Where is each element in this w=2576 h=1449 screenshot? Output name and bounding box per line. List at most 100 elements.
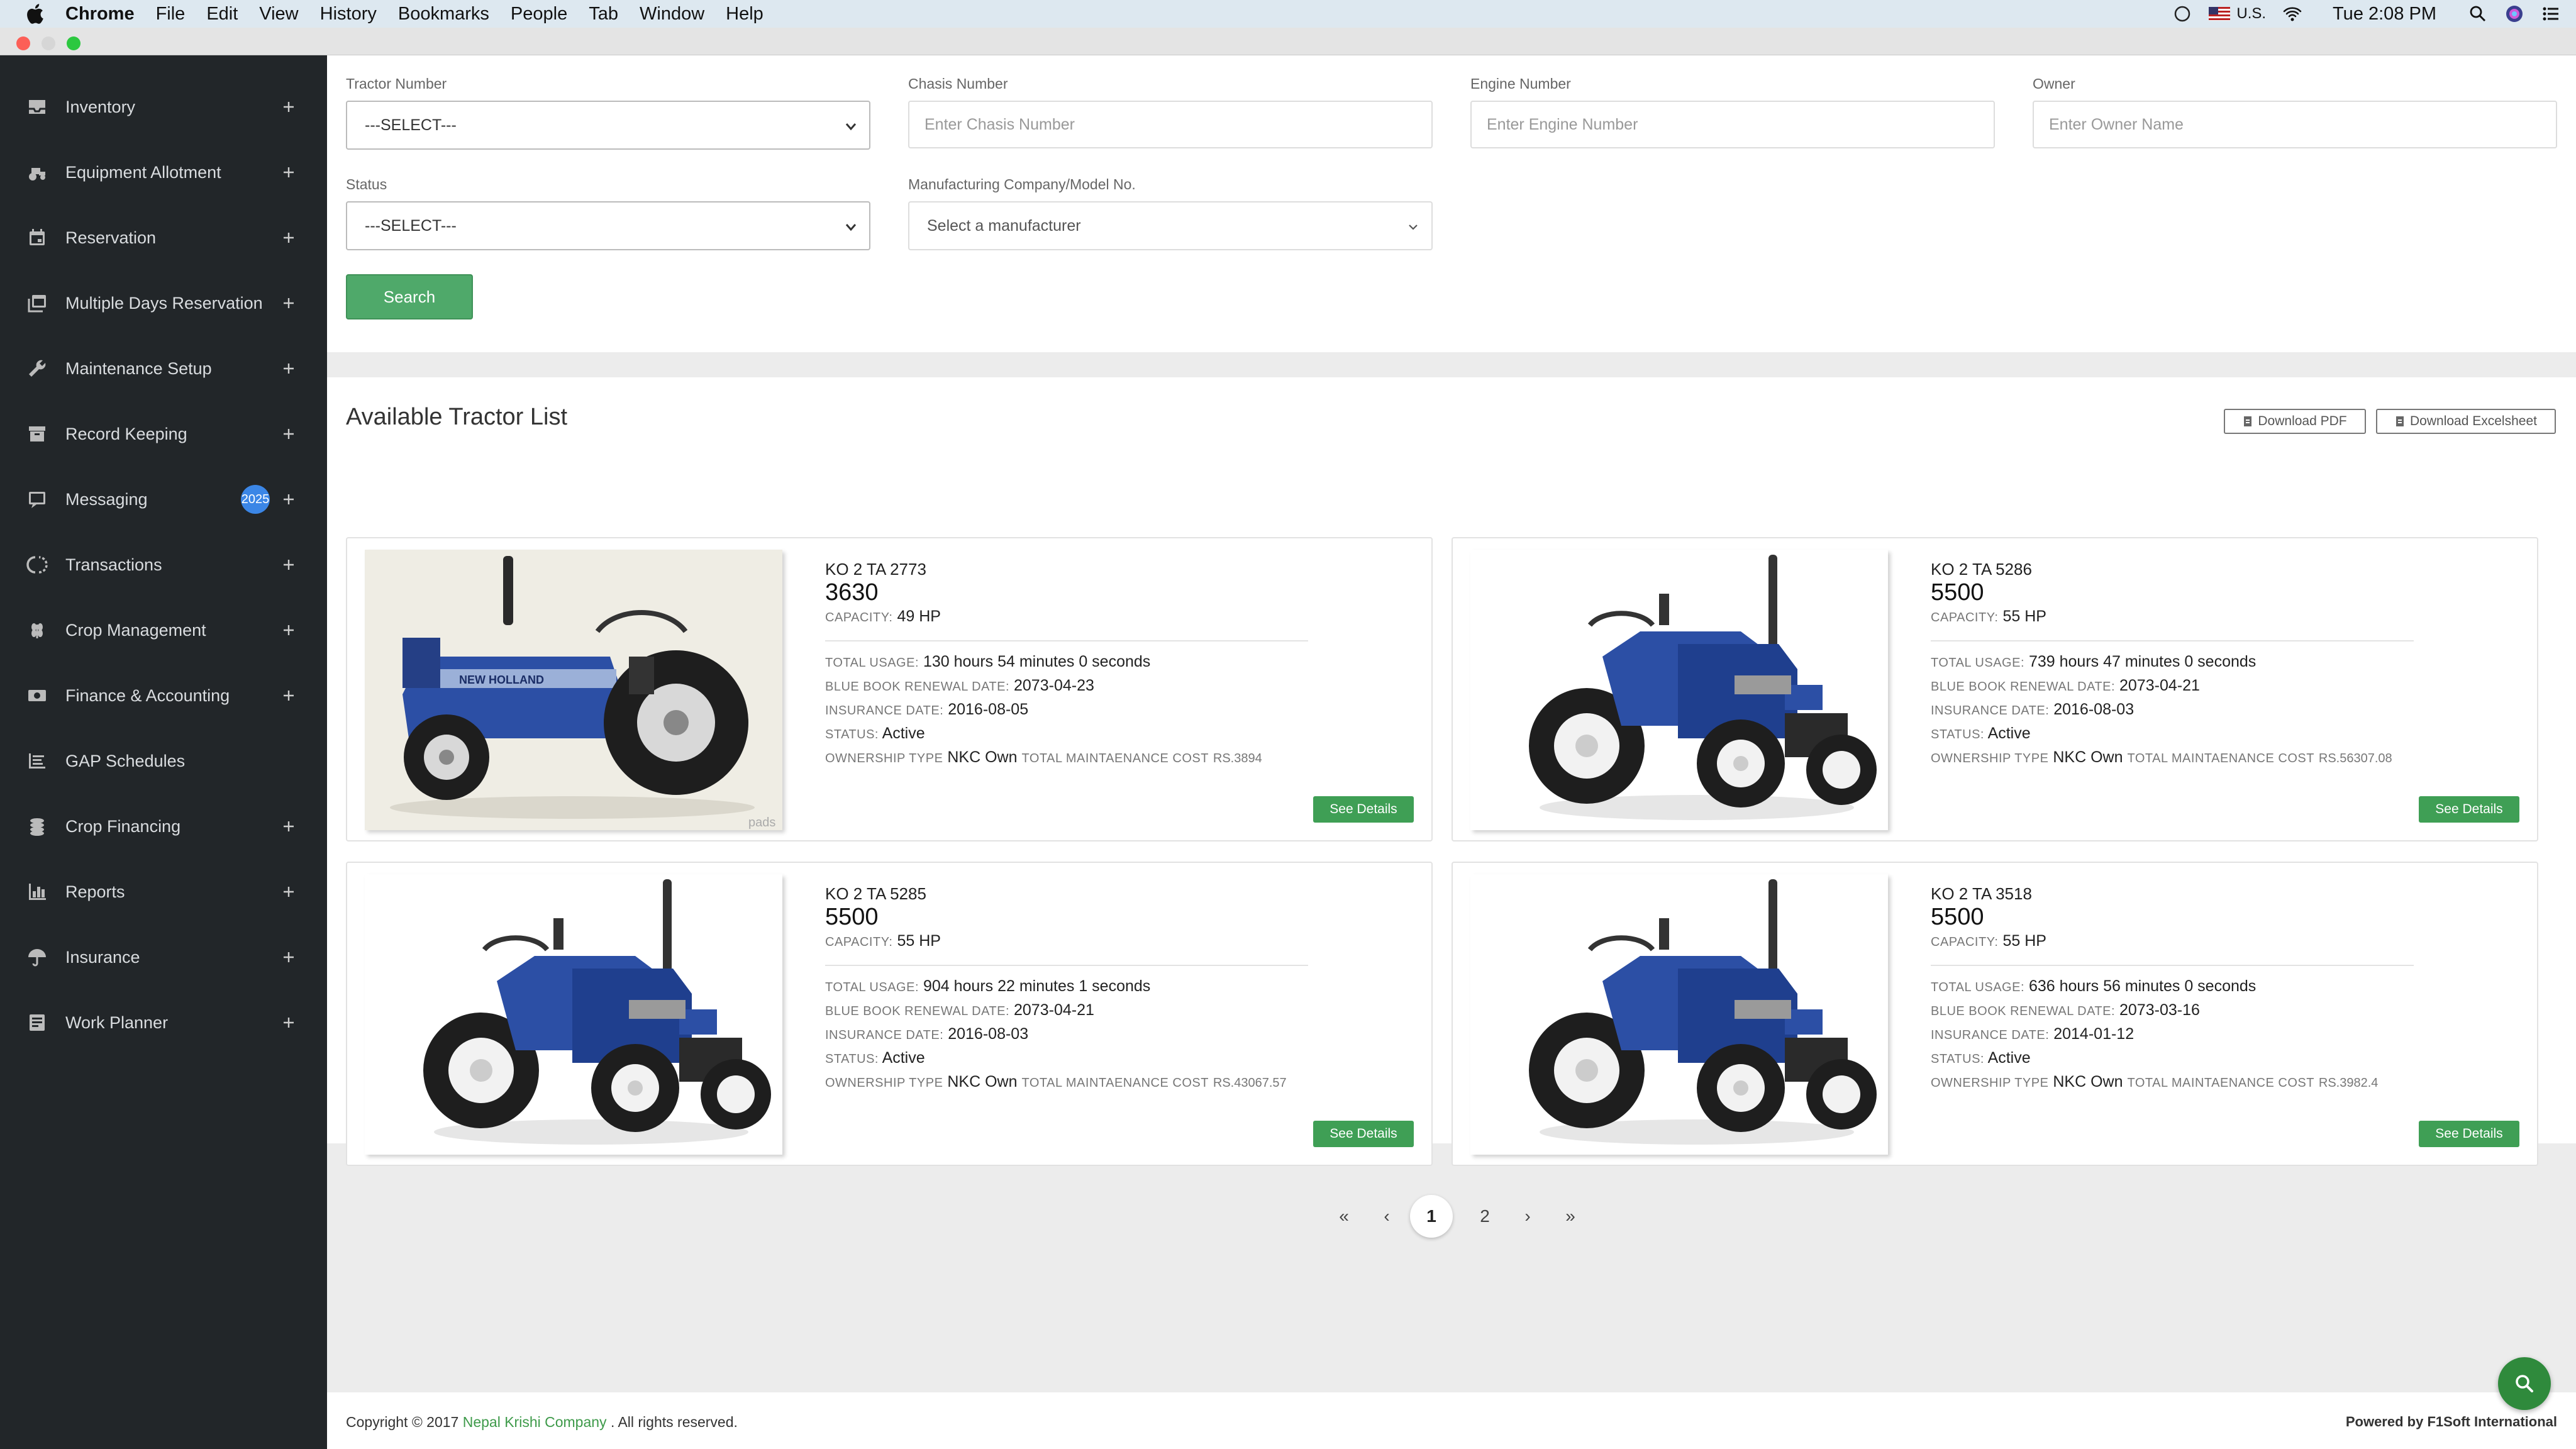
close-window-button[interactable] (16, 36, 30, 50)
minimize-window-button[interactable] (42, 36, 55, 50)
sidebar-item-equipment-allotment[interactable]: Equipment Allotment (0, 141, 327, 204)
archive-icon (26, 423, 48, 445)
sidebar-item-crop-management[interactable]: Crop Management (0, 599, 327, 662)
menu-file[interactable]: File (156, 4, 186, 25)
expand-plus-icon[interactable] (280, 295, 297, 311)
input-source-label[interactable]: U.S. (2236, 5, 2266, 23)
expand-plus-icon[interactable] (280, 884, 297, 900)
menubar-clock[interactable]: Tue 2:08 PM (2333, 4, 2436, 25)
ownership-value: NKC Own (947, 748, 1018, 766)
apple-menu-icon[interactable] (25, 3, 44, 25)
money-icon (26, 685, 48, 706)
insurance-label: INSURANCE DATE: (825, 1028, 944, 1042)
tractor-reg-number: KO 2 TA 3518 (1931, 884, 2032, 903)
usage-row: TOTAL USAGE: 904 hours 22 minutes 1 seco… (825, 975, 1303, 999)
pagination-next[interactable]: › (1512, 1195, 1543, 1238)
see-details-button[interactable]: See Details (1313, 796, 1414, 823)
search-fab-button[interactable] (2498, 1357, 2551, 1410)
capacity-row: CAPACITY: 55 HP (1931, 930, 2409, 953)
expand-plus-icon[interactable] (280, 360, 297, 377)
menu-window[interactable]: Window (640, 4, 704, 25)
divider (825, 965, 1308, 966)
tractor-info: KO 2 TA 5285 5500 CAPACITY: 55 HP TOTAL … (825, 883, 1308, 1094)
pagination-prev[interactable]: ‹ (1371, 1195, 1402, 1238)
tractor-photo (365, 874, 782, 1155)
company-link[interactable]: Nepal Krishi Company (463, 1414, 607, 1430)
expand-plus-icon[interactable] (280, 491, 297, 508)
sidebar-item-transactions[interactable]: Transactions (0, 533, 327, 596)
ownership-row: OWNERSHIP TYPE NKC Own TOTAL MAINTAENANC… (1931, 1070, 2409, 1094)
tractor-photo (1470, 874, 1888, 1155)
menu-view[interactable]: View (259, 4, 298, 25)
sidebar-item-multiple-days-reservation[interactable]: Multiple Days Reservation (0, 272, 327, 335)
exchange-icon (26, 554, 48, 575)
umbrella-icon (26, 947, 48, 968)
expand-plus-icon[interactable] (280, 818, 297, 835)
sidebar-item-label: Transactions (65, 555, 162, 574)
bluebook-label: BLUE BOOK RENEWAL DATE: (1931, 1004, 2116, 1018)
see-details-button[interactable]: See Details (1313, 1121, 1414, 1147)
menu-bookmarks[interactable]: Bookmarks (398, 4, 489, 25)
list-title: Available Tractor List (346, 404, 568, 430)
see-details-button[interactable]: See Details (2419, 796, 2519, 823)
coins-icon (26, 816, 48, 837)
sidebar-item-maintenance-setup[interactable]: Maintenance Setup (0, 337, 327, 400)
maintenance-value: RS.3982.4 (2318, 1076, 2379, 1090)
status-select[interactable]: ---SELECT--- (346, 201, 870, 250)
tractor-number-select[interactable]: ---SELECT--- (346, 101, 870, 150)
cloud-status-icon[interactable] (2172, 4, 2192, 24)
download-excel-button[interactable]: Download Excelsheet (2376, 409, 2556, 434)
expand-plus-icon[interactable] (280, 622, 297, 638)
sidebar-item-finance-accounting[interactable]: Finance & Accounting (0, 664, 327, 727)
expand-plus-icon[interactable] (280, 557, 297, 573)
expand-plus-icon[interactable] (280, 687, 297, 704)
pagination-page-1[interactable]: 1 (1410, 1195, 1453, 1238)
expand-plus-icon[interactable] (280, 164, 297, 180)
sidebar-item-inventory[interactable]: Inventory (0, 75, 327, 138)
expand-plus-icon[interactable] (280, 230, 297, 246)
download-pdf-button[interactable]: Download PDF (2224, 409, 2366, 434)
pagination-last[interactable]: » (1555, 1195, 1586, 1238)
owner-input[interactable]: Enter Owner Name (2033, 101, 2557, 148)
chasis-number-input[interactable]: Enter Chasis Number (908, 101, 1433, 148)
sidebar-item-record-keeping[interactable]: Record Keeping (0, 402, 327, 465)
sidebar-item-work-planner[interactable]: Work Planner (0, 991, 327, 1054)
sidebar-item-reports[interactable]: Reports (0, 860, 327, 923)
expand-plus-icon[interactable] (280, 426, 297, 442)
tractor-card: KO 2 TA 5286 5500 CAPACITY: 55 HP TOTAL … (1452, 537, 2538, 841)
siri-icon[interactable] (2504, 4, 2524, 24)
us-flag-icon[interactable] (2209, 7, 2231, 21)
tractor-reg-number: KO 2 TA 5286 (1931, 560, 2032, 579)
crop-icon (26, 619, 48, 641)
manufacturer-select[interactable]: Select a manufacturer (908, 201, 1433, 250)
ownership-row: OWNERSHIP TYPE NKC Own TOTAL MAINTAENANC… (825, 1070, 1303, 1094)
page-footer: Copyright © 2017 Nepal Krishi Company . … (327, 1392, 2576, 1449)
menu-chrome[interactable]: Chrome (65, 4, 135, 25)
expand-plus-icon[interactable] (280, 949, 297, 965)
menu-history[interactable]: History (320, 4, 377, 25)
sidebar-item-messaging[interactable]: Messaging 2025 (0, 468, 327, 531)
notification-center-icon[interactable] (2541, 4, 2561, 24)
spotlight-search-icon[interactable] (2468, 4, 2488, 24)
maximize-window-button[interactable] (67, 36, 80, 50)
pagination-first[interactable]: « (1328, 1195, 1360, 1238)
sidebar-item-reservation[interactable]: Reservation (0, 206, 327, 269)
sidebar-item-gap-schedules[interactable]: GAP Schedules (0, 730, 327, 792)
menu-help[interactable]: Help (726, 4, 763, 25)
engine-number-input[interactable]: Enter Engine Number (1470, 101, 1995, 148)
menu-people[interactable]: People (511, 4, 567, 25)
status-value: ---SELECT--- (365, 216, 457, 235)
chasis-number-placeholder: Enter Chasis Number (924, 115, 1075, 133)
pagination-page-2[interactable]: 2 (1469, 1195, 1501, 1238)
wifi-icon[interactable] (2282, 4, 2302, 24)
search-button[interactable]: Search (346, 274, 473, 319)
sidebar-item-insurance[interactable]: Insurance (0, 926, 327, 989)
expand-plus-icon[interactable] (280, 99, 297, 115)
expand-plus-icon[interactable] (280, 1014, 297, 1031)
sidebar-item-crop-financing[interactable]: Crop Financing (0, 795, 327, 858)
menu-edit[interactable]: Edit (206, 4, 238, 25)
menu-tab[interactable]: Tab (589, 4, 618, 25)
tractor-icon (26, 162, 48, 183)
see-details-button[interactable]: See Details (2419, 1121, 2519, 1147)
sidebar-nav: Inventory Equipment Allotment Reservatio… (0, 55, 327, 1449)
